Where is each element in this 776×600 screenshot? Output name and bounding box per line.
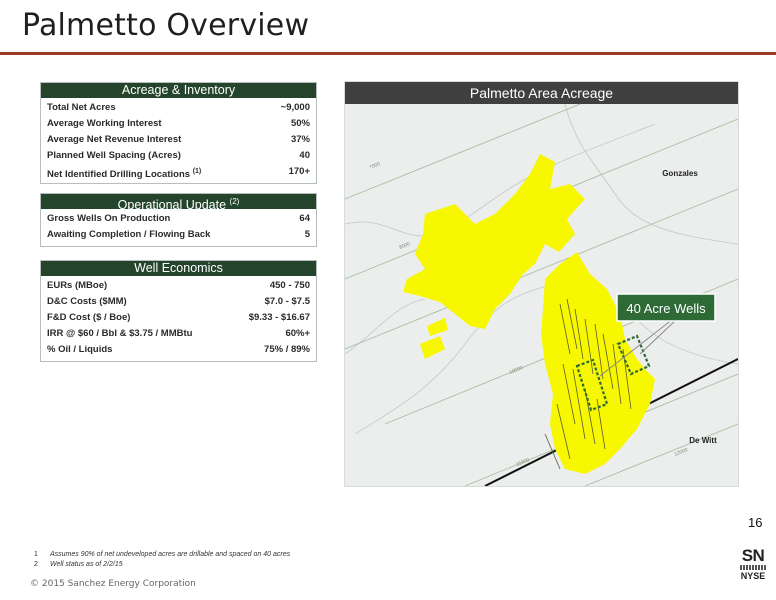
row-value: 170+ bbox=[288, 166, 310, 177]
acreage-panel-header: Acreage & Inventory bbox=[41, 83, 316, 98]
page-title: Palmetto Overview bbox=[22, 8, 310, 43]
county-label-gonzales: Gonzales bbox=[662, 169, 698, 178]
table-row: D&C Costs ($MM) $7.0 - $7.5 bbox=[47, 294, 310, 310]
copyright: © 2015 Sanchez Energy Corporation bbox=[30, 579, 196, 589]
table-row: Average Net Revenue Interest 37% bbox=[47, 132, 310, 148]
row-value: $9.33 - $16.67 bbox=[248, 312, 310, 323]
row-label: Net Identified Drilling Locations (1) bbox=[47, 168, 202, 181]
row-value: 5 bbox=[304, 229, 310, 240]
row-value: 64 bbox=[299, 213, 310, 224]
acreage-map-panel: Palmetto Area Acreage 7000 8000 9000 100… bbox=[344, 81, 739, 487]
acreage-inventory-panel: Acreage & Inventory Total Net Acres ~9,0… bbox=[40, 82, 317, 184]
row-value: 40 bbox=[299, 150, 310, 161]
row-value: 60%+ bbox=[285, 328, 310, 339]
row-label: D&C Costs ($MM) bbox=[47, 296, 127, 307]
row-label: Gross Wells On Production bbox=[47, 213, 171, 224]
footnote-ref: (1) bbox=[192, 168, 202, 175]
row-label: Average Working Interest bbox=[47, 118, 162, 129]
table-row: % Oil / Liquids 75% / 89% bbox=[47, 342, 310, 358]
title-divider bbox=[0, 52, 776, 55]
map-header: Palmetto Area Acreage bbox=[345, 82, 738, 104]
row-value: 75% / 89% bbox=[264, 344, 310, 355]
table-row: Average Working Interest 50% bbox=[47, 116, 310, 132]
row-label: Total Net Acres bbox=[47, 102, 116, 113]
row-label: Planned Well Spacing (Acres) bbox=[47, 150, 181, 161]
operational-panel-header: Operational Update (2) bbox=[41, 194, 316, 212]
county-label-dewitt: De Witt bbox=[689, 436, 717, 445]
row-label: % Oil / Liquids bbox=[47, 344, 113, 355]
well-economics-panel: Well Economics EURs (MBoe) 450 - 750 D&C… bbox=[40, 260, 317, 362]
economics-panel-header: Well Economics bbox=[41, 261, 316, 276]
footnote: 1 Assumes 90% of net undeveloped acres ar… bbox=[34, 551, 291, 558]
table-row: F&D Cost ($ / Boe) $9.33 - $16.67 bbox=[47, 310, 310, 326]
footnotes: 1 Assumes 90% of net undeveloped acres ar… bbox=[34, 550, 290, 570]
table-row: EURs (MBoe) 450 - 750 bbox=[47, 278, 310, 294]
table-row: Gross Wells On Production 64 bbox=[47, 211, 310, 227]
row-value: 50% bbox=[290, 118, 310, 129]
exchange-label: NYSE bbox=[740, 571, 766, 581]
operational-update-panel: Operational Update (2) Gross Wells On Pr… bbox=[40, 193, 317, 247]
ticker-logo: SN NYSE bbox=[736, 546, 770, 581]
row-value: $7.0 - $7.5 bbox=[264, 296, 310, 307]
table-row: Awaiting Completion / Flowing Back 5 bbox=[47, 227, 310, 243]
table-row: Planned Well Spacing (Acres) 40 bbox=[47, 148, 310, 164]
acreage-map: 7000 8000 9000 10000 11000 12000 bbox=[345, 104, 738, 486]
table-row: Net Identified Drilling Locations (1) 17… bbox=[47, 164, 310, 180]
row-value: 450 - 750 bbox=[269, 280, 310, 291]
row-value: 37% bbox=[290, 134, 310, 145]
callout-label: 40 Acre Wells bbox=[626, 301, 706, 316]
footnote-ref: (2) bbox=[229, 197, 240, 206]
row-value: ~9,000 bbox=[280, 102, 310, 113]
ticker-symbol: SN bbox=[741, 546, 765, 565]
row-label: Awaiting Completion / Flowing Back bbox=[47, 229, 211, 240]
table-row: Total Net Acres ~9,000 bbox=[47, 100, 310, 116]
row-label: EURs (MBoe) bbox=[47, 280, 108, 291]
row-label: IRR @ $60 / Bbl & $3.75 / MMBtu bbox=[47, 328, 193, 339]
row-label: F&D Cost ($ / Boe) bbox=[47, 312, 131, 323]
page-number: 16 bbox=[748, 515, 763, 530]
table-row: IRR @ $60 / Bbl & $3.75 / MMBtu 60%+ bbox=[47, 326, 310, 342]
logo-stripe bbox=[740, 565, 766, 570]
footnote: 2 Well status as of 2/2/15 bbox=[34, 561, 123, 568]
row-label: Average Net Revenue Interest bbox=[47, 134, 182, 145]
